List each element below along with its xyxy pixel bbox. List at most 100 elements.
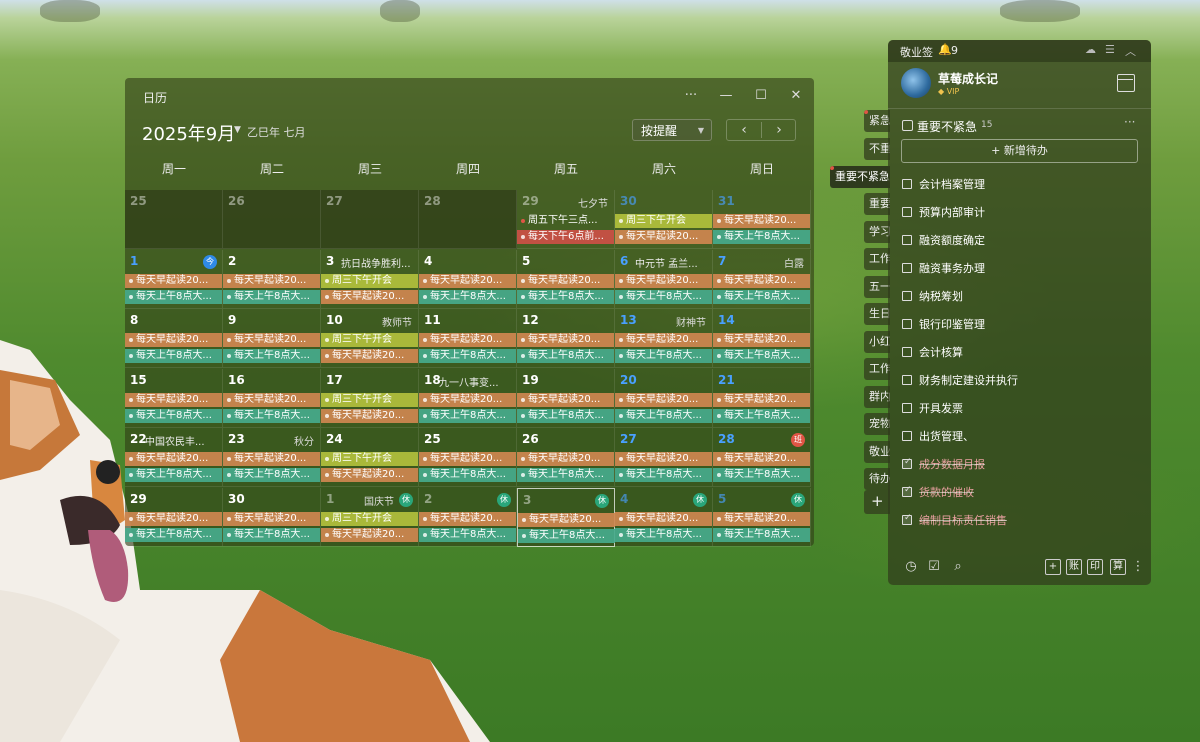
todo-item[interactable]: 银行印鉴管理 xyxy=(902,316,1132,336)
todo-item[interactable]: 融资事务办理 xyxy=(902,260,1132,280)
calendar-day-cell[interactable]: 3 休每天早起读20... 每天上午8点大... xyxy=(517,487,615,547)
avatar[interactable] xyxy=(901,68,931,98)
calendar-day-cell[interactable]: 14 每天早起读20... 每天上午8点大... xyxy=(713,309,811,368)
todo-checkbox[interactable] xyxy=(902,403,912,413)
calendar-day-cell[interactable]: 26 xyxy=(223,190,321,249)
add-category-button[interactable]: + xyxy=(864,490,890,514)
calendar-day-cell[interactable]: 11 每天早起读20... 每天上午8点大... xyxy=(419,309,517,368)
calendar-event[interactable]: 周三下午开会 xyxy=(615,214,712,228)
todo-item[interactable]: 出货管理、 xyxy=(902,428,1132,448)
todo-checkbox[interactable] xyxy=(902,457,912,469)
calendar-event[interactable]: 每天上午8点大... xyxy=(713,230,810,244)
todo-checkbox[interactable] xyxy=(902,485,912,497)
calendar-event[interactable]: 每天上午8点大... xyxy=(615,408,712,423)
calendar-day-cell[interactable]: 15 每天早起读20... 每天上午8点大... xyxy=(125,368,223,428)
calendar-event[interactable]: 每天上午8点大... xyxy=(517,349,614,363)
calendar-day-cell[interactable]: 25 每天早起读20... 每天上午8点大... xyxy=(419,428,517,487)
category-tab[interactable]: 待办 xyxy=(864,468,890,490)
calendar-event[interactable]: 每天上午8点大... xyxy=(223,289,320,304)
calculate-icon[interactable]: 算 xyxy=(1110,559,1126,575)
calendar-event[interactable]: 每天上午8点大... xyxy=(419,468,516,482)
search-icon[interactable]: ⌕ xyxy=(950,559,966,575)
calendar-day-cell[interactable]: 31 每天早起读20... 每天上午8点大... xyxy=(713,190,811,249)
calendar-day-cell[interactable]: 20 每天早起读20... 每天上午8点大... xyxy=(615,368,713,428)
calendar-day-cell[interactable]: 21 每天早起读20... 每天上午8点大... xyxy=(713,368,811,428)
calendar-event[interactable]: 每天上午8点大... xyxy=(223,349,320,363)
clock-icon[interactable]: ◷ xyxy=(903,559,919,575)
calendar-icon[interactable] xyxy=(1117,74,1135,92)
todo-item[interactable]: 纳税筹划 xyxy=(902,288,1132,308)
calendar-event[interactable]: 每天早起读20... xyxy=(713,214,810,228)
calendar-event[interactable]: 每天上午8点大... xyxy=(125,527,222,542)
calendar-event[interactable]: 每天早起读20... xyxy=(125,333,222,347)
calendar-event[interactable]: 每天上午8点大... xyxy=(713,527,810,542)
add-icon[interactable]: + xyxy=(1045,559,1061,575)
calendar-day-cell[interactable]: 25 xyxy=(125,190,223,249)
calendar-day-cell[interactable]: 18 九一八事变... 每天早起读20... 每天上午8点大... xyxy=(419,368,517,428)
category-tab[interactable]: 学习 xyxy=(864,221,890,243)
calendar-day-cell[interactable]: 5 休每天早起读20... 每天上午8点大... xyxy=(713,487,811,547)
category-tab[interactable]: 生日 xyxy=(864,303,890,325)
category-tab[interactable]: 重要 xyxy=(864,193,890,215)
calendar-day-cell[interactable]: 2 休每天早起读20... 每天上午8点大... xyxy=(419,487,517,547)
calendar-event[interactable]: 每天早起读20... xyxy=(321,289,418,304)
calendar-event[interactable]: 周三下午开会 xyxy=(321,511,418,526)
calendar-event[interactable]: 每天上午8点大... xyxy=(125,349,222,363)
calendar-day-cell[interactable]: 6 中元节 孟兰... 每天早起读20... 每天上午8点大... xyxy=(615,249,713,309)
calendar-event[interactable]: 每天上午8点大... xyxy=(615,289,712,304)
calendar-event[interactable]: 每天早起读20... xyxy=(321,468,418,482)
collapse-icon[interactable]: ︿ xyxy=(1125,43,1136,59)
todo-item[interactable]: 融资额度确定 xyxy=(902,232,1132,252)
calendar-event[interactable]: 每天下午6点前... xyxy=(517,230,614,244)
calendar-day-cell[interactable]: 10 教师节 周三下午开会 每天早起读20... xyxy=(321,309,419,368)
calendar-day-cell[interactable]: 2 每天早起读20... 每天上午8点大... xyxy=(223,249,321,309)
calendar-event[interactable]: 每天上午8点大... xyxy=(518,528,615,543)
category-tab[interactable]: 工作 xyxy=(864,358,890,380)
calendar-event[interactable]: 周五下午三点... xyxy=(517,214,614,228)
checkbox-icon[interactable]: ☑ xyxy=(926,559,942,575)
todo-checkbox[interactable] xyxy=(902,235,912,245)
maximize-icon[interactable]: ☐ xyxy=(751,86,771,106)
calendar-day-cell[interactable]: 27 每天早起读20... 每天上午8点大... xyxy=(615,428,713,487)
category-tab[interactable]: 重要不紧急 xyxy=(830,166,890,188)
calendar-event[interactable]: 每天早起读20... xyxy=(321,527,418,542)
calendar-event[interactable]: 每天上午8点大... xyxy=(615,349,712,363)
cloud-sync-icon[interactable]: ☁ xyxy=(1085,43,1096,56)
todo-checkbox[interactable] xyxy=(902,291,912,301)
calendar-event[interactable]: 每天上午8点大... xyxy=(713,468,810,482)
calendar-event[interactable]: 每天早起读20... xyxy=(223,452,320,466)
calendar-event[interactable]: 每天上午8点大... xyxy=(125,468,222,482)
calendar-event[interactable]: 每天上午8点大... xyxy=(419,527,516,542)
next-month-button[interactable]: › xyxy=(762,120,796,140)
calendar-event[interactable]: 每天早起读20... xyxy=(125,392,222,407)
close-icon[interactable]: ✕ xyxy=(786,86,806,106)
calendar-day-cell[interactable]: 29 七夕节 周五下午三点... 每天下午6点前... xyxy=(517,190,615,249)
todo-checkbox[interactable] xyxy=(902,375,912,385)
calendar-event[interactable]: 每天上午8点大... xyxy=(615,468,712,482)
calendar-day-cell[interactable]: 9 每天早起读20... 每天上午8点大... xyxy=(223,309,321,368)
calendar-event[interactable]: 每天早起读20... xyxy=(321,349,418,363)
calendar-event[interactable]: 每天早起读20... xyxy=(419,392,516,407)
calendar-event[interactable]: 每天上午8点大... xyxy=(419,289,516,304)
calendar-event[interactable]: 每天早起读20... xyxy=(615,511,712,526)
calendar-day-cell[interactable]: 12 每天早起读20... 每天上午8点大... xyxy=(517,309,615,368)
calendar-day-cell[interactable]: 16 每天早起读20... 每天上午8点大... xyxy=(223,368,321,428)
calendar-event[interactable]: 每天早起读20... xyxy=(223,273,320,288)
calendar-event[interactable]: 每天上午8点大... xyxy=(615,527,712,542)
calendar-day-cell[interactable]: 28 xyxy=(419,190,517,249)
calendar-day-cell[interactable]: 23 秋分 每天早起读20... 每天上午8点大... xyxy=(223,428,321,487)
category-tab[interactable]: 敬业 xyxy=(864,441,890,463)
calendar-day-cell[interactable]: 17 周三下午开会 每天早起读20... xyxy=(321,368,419,428)
todo-item[interactable]: 开具发票 xyxy=(902,400,1132,420)
prev-month-button[interactable]: ‹ xyxy=(727,120,761,140)
calendar-event[interactable]: 每天早起读20... xyxy=(517,333,614,347)
add-todo-button[interactable]: + 新增待办 xyxy=(901,139,1138,163)
calendar-event[interactable]: 每天早起读20... xyxy=(517,452,614,466)
calendar-event[interactable]: 每天早起读20... xyxy=(713,392,810,407)
todo-checkbox[interactable] xyxy=(902,319,912,329)
calendar-event[interactable]: 每天早起读20... xyxy=(713,273,810,288)
calendar-event[interactable]: 每天早起读20... xyxy=(517,273,614,288)
calendar-event[interactable]: 每天早起读20... xyxy=(713,452,810,466)
calendar-event[interactable]: 每天早起读20... xyxy=(419,452,516,466)
calendar-event[interactable]: 每天早起读20... xyxy=(125,452,222,466)
